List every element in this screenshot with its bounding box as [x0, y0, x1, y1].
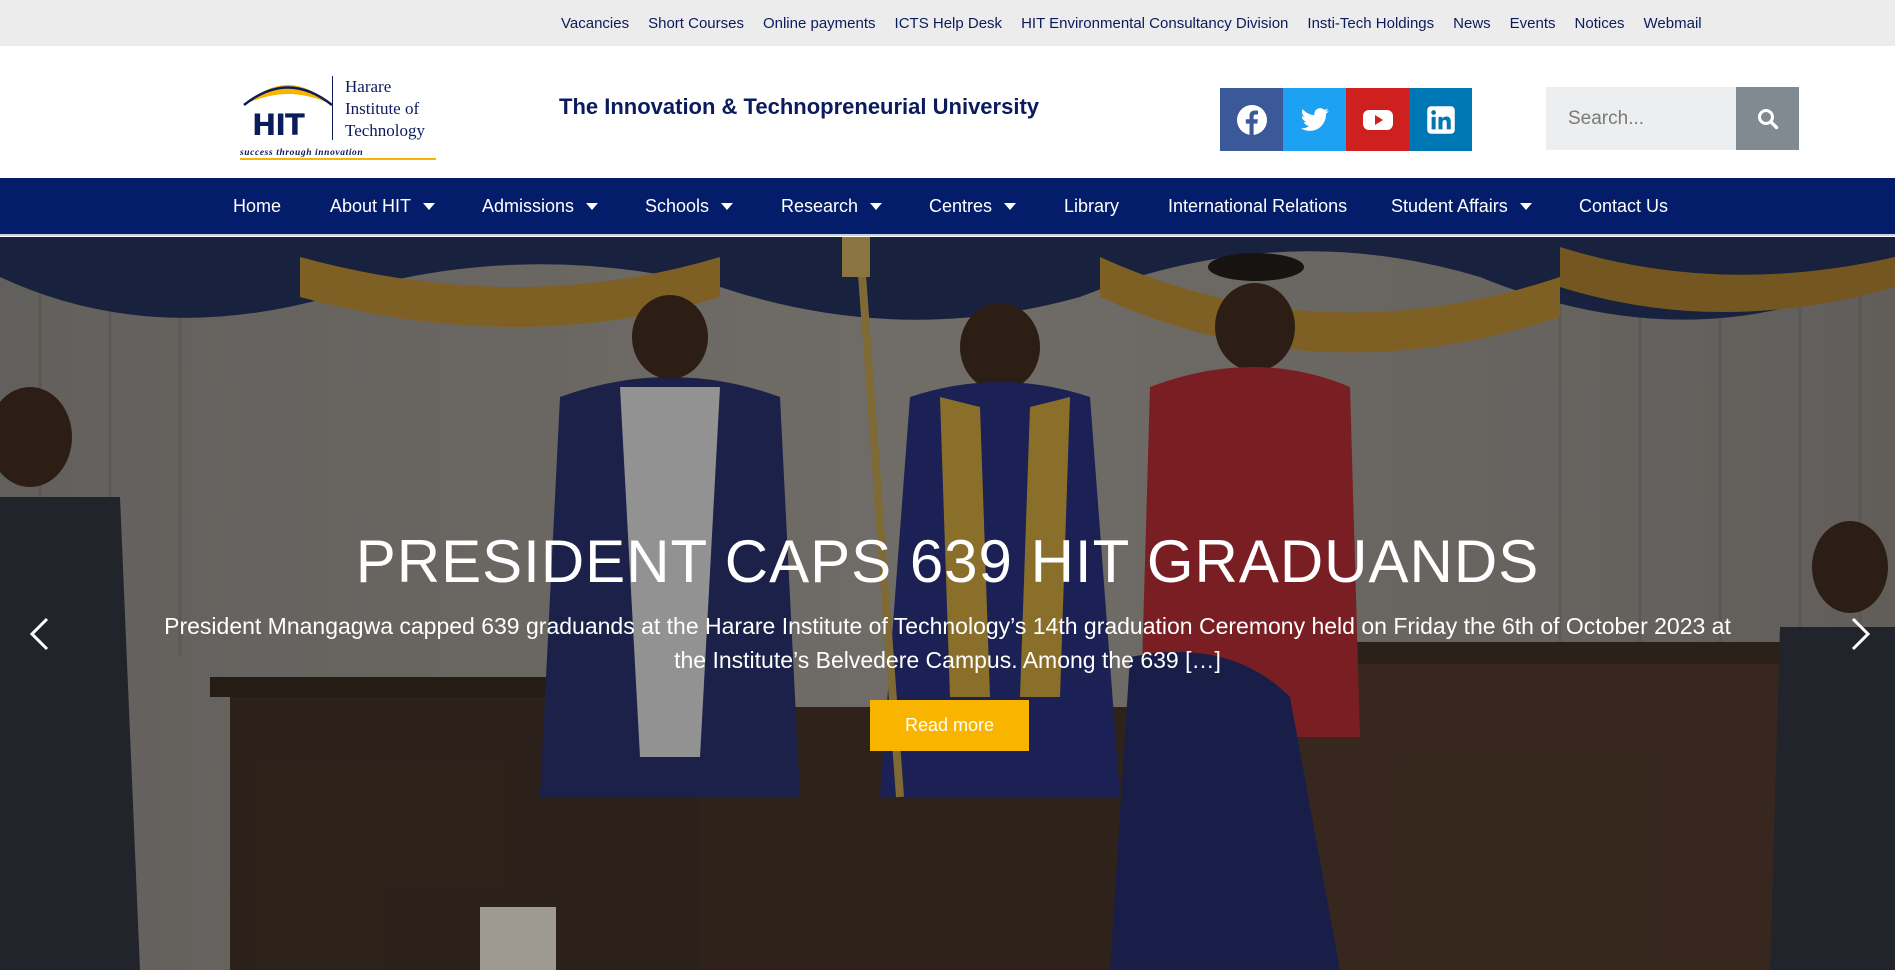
utility-link-webmail[interactable]: Webmail — [1644, 15, 1702, 32]
slider-next-button[interactable] — [1846, 614, 1876, 654]
main-navigation: Home About HIT Admissions Schools Resear… — [0, 178, 1895, 236]
chevron-right-icon — [1851, 617, 1871, 651]
read-more-button[interactable]: Read more — [870, 700, 1029, 751]
nav-item-label: About HIT — [330, 195, 412, 216]
nav-item-student-affairs[interactable]: Student Affairs — [1391, 178, 1532, 234]
logo-name-line2: Institute of — [345, 99, 420, 118]
nav-item-library[interactable]: Library — [1064, 178, 1119, 234]
nav-item-label: Schools — [645, 195, 710, 216]
caret-down-icon — [870, 202, 883, 210]
utility-links: Vacancies Short Courses Online payments … — [561, 0, 1721, 46]
social-links — [1220, 88, 1472, 151]
utility-link-online-payments[interactable]: Online payments — [763, 15, 876, 32]
utility-link-icts-help-desk[interactable]: ICTS Help Desk — [895, 15, 1003, 32]
logo-name-line1: Harare — [345, 77, 392, 96]
logo-tagline: success through innovation — [240, 148, 436, 160]
nav-item-research[interactable]: Research — [781, 178, 883, 234]
utility-link-environmental-consultancy[interactable]: HIT Environmental Consultancy Division — [1021, 15, 1288, 32]
youtube-button[interactable] — [1346, 88, 1409, 151]
search-input[interactable] — [1546, 87, 1736, 150]
caret-down-icon — [1519, 202, 1532, 210]
hero-slider: PRESIDENT CAPS 639 HIT GRADUANDS Preside… — [0, 237, 1895, 970]
nav-item-label: Home — [233, 195, 282, 216]
caret-down-icon — [721, 202, 734, 210]
nav-item-international-relations[interactable]: International Relations — [1168, 178, 1347, 234]
nav-item-label: Centres — [929, 195, 993, 216]
utility-link-events[interactable]: Events — [1510, 15, 1556, 32]
top-utility-bar: Vacancies Short Courses Online payments … — [0, 0, 1895, 46]
nav-item-label: Research — [781, 195, 859, 216]
logo-name: Harare Institute of Technology — [345, 76, 425, 142]
utility-link-vacancies[interactable]: Vacancies — [561, 15, 629, 32]
university-motto: The Innovation & Technopreneurial Univer… — [559, 94, 1040, 119]
nav-item-label: Contact Us — [1579, 195, 1669, 216]
facebook-icon — [1236, 104, 1267, 135]
nav-item-home[interactable]: Home — [233, 178, 281, 234]
nav-item-admissions[interactable]: Admissions — [482, 178, 599, 234]
hit-logo[interactable]: HIT Harare Institute of Technology succe… — [238, 70, 436, 166]
utility-link-insti-tech-holdings[interactable]: Insti-Tech Holdings — [1307, 15, 1434, 32]
search-icon — [1757, 108, 1778, 129]
twitter-icon — [1300, 107, 1329, 131]
nav-item-schools[interactable]: Schools — [645, 178, 734, 234]
facebook-button[interactable] — [1220, 88, 1283, 151]
utility-link-news[interactable]: News — [1453, 15, 1491, 32]
youtube-icon — [1362, 109, 1393, 130]
slider-prev-button[interactable] — [24, 614, 54, 654]
search-form — [1546, 87, 1799, 150]
caret-down-icon — [423, 202, 436, 210]
logo-divider — [332, 76, 333, 140]
utility-link-notices[interactable]: Notices — [1575, 15, 1625, 32]
slide-excerpt: President Mnangagwa capped 639 graduands… — [164, 613, 1731, 673]
chevron-left-icon — [29, 617, 49, 651]
linkedin-icon — [1426, 105, 1455, 134]
nav-item-label: International Relations — [1168, 195, 1348, 216]
logo-name-line3: Technology — [345, 121, 426, 140]
nav-item-contact-us[interactable]: Contact Us — [1579, 178, 1668, 234]
logo-mark: HIT — [252, 108, 305, 142]
twitter-button[interactable] — [1283, 88, 1346, 151]
nav-item-about-hit[interactable]: About HIT — [330, 178, 436, 234]
caret-down-icon — [586, 202, 599, 210]
nav-item-label: Student Affairs — [1391, 195, 1508, 216]
nav-item-centres[interactable]: Centres — [929, 178, 1017, 234]
site-header: HIT Harare Institute of Technology succe… — [0, 46, 1895, 178]
nav-item-label: Library — [1064, 195, 1120, 216]
nav-item-label: Admissions — [482, 195, 575, 216]
linkedin-button[interactable] — [1409, 88, 1472, 151]
slide-title: PRESIDENT CAPS 639 HIT GRADUANDS — [355, 528, 1540, 595]
search-button[interactable] — [1736, 87, 1799, 150]
hero-overlay — [0, 237, 1895, 970]
caret-down-icon — [1004, 202, 1017, 210]
utility-link-short-courses[interactable]: Short Courses — [648, 15, 744, 32]
